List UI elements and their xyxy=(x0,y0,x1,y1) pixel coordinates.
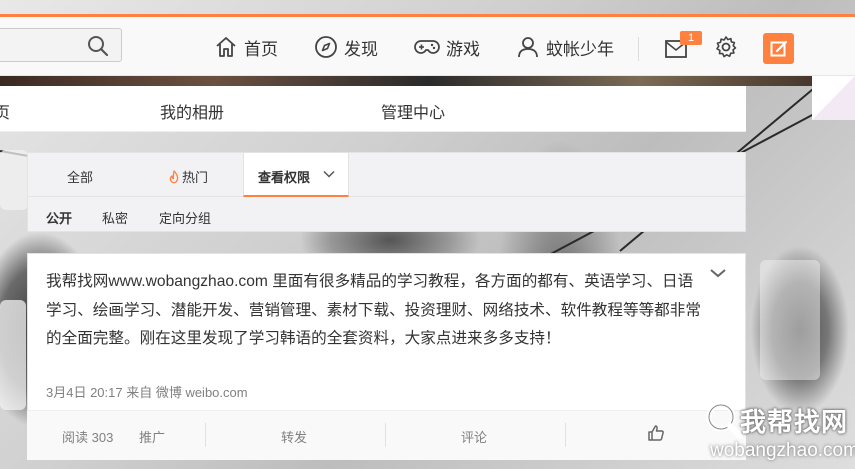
messages-button[interactable]: 1 xyxy=(664,31,702,64)
search-icon[interactable] xyxy=(87,35,109,62)
filter-visibility-label: 查看权限 xyxy=(258,170,311,185)
filter-hot[interactable]: 热门 xyxy=(168,167,208,186)
nav-discover-label: 发现 xyxy=(344,39,378,59)
gamepad-icon xyxy=(414,40,440,54)
repost-button[interactable]: 转发 xyxy=(281,427,307,446)
thumbs-up-icon xyxy=(648,425,664,441)
background-cloth xyxy=(0,150,28,210)
nav-games-label: 游戏 xyxy=(446,39,480,59)
settings-button[interactable] xyxy=(714,35,738,64)
feed-filter-panel: 全部 热门 查看权限 公开 私密 定向分组 xyxy=(27,152,746,232)
compose-button[interactable] xyxy=(763,33,794,64)
compass-icon xyxy=(315,36,337,58)
nav-profile[interactable]: 蚊帐少年 xyxy=(516,34,614,60)
read-count: 阅读 303 xyxy=(62,430,114,445)
home-icon xyxy=(216,37,236,57)
action-divider xyxy=(385,423,386,447)
tab-home[interactable]: 页 xyxy=(0,99,10,123)
tab-manage-center[interactable]: 管理中心 xyxy=(381,99,445,123)
background-cloth xyxy=(760,260,820,380)
nav-home[interactable]: 首页 xyxy=(214,34,278,60)
chevron-down-icon xyxy=(710,269,726,278)
background-cloth xyxy=(0,300,26,410)
like-button[interactable] xyxy=(647,424,665,445)
post-actions-bar: 阅读 303 推广 转发 评论 xyxy=(27,410,746,460)
nav-divider xyxy=(638,37,639,61)
filter-hot-label: 热门 xyxy=(182,170,209,185)
watermark: 我帮找网 wobangzhao.com xyxy=(700,398,855,469)
top-nav-bar: 首页 发现 游戏 蚊帐少年 1 xyxy=(0,17,855,76)
background-band xyxy=(0,76,855,86)
filter-all[interactable]: 全部 xyxy=(67,167,93,186)
nav-games[interactable]: 游戏 xyxy=(414,34,480,60)
filter-private[interactable]: 私密 xyxy=(102,208,128,227)
action-divider xyxy=(205,423,206,447)
filter-main-row: 全部 热门 查看权限 xyxy=(28,153,745,197)
watermark-cn: 我帮找网 xyxy=(740,407,849,437)
gear-icon xyxy=(716,36,737,58)
post-meta[interactable]: 3月4日 20:17 来自 微博 weibo.com xyxy=(46,382,248,401)
search-input[interactable] xyxy=(0,28,122,62)
user-icon xyxy=(518,37,538,58)
filter-targeted-group[interactable]: 定向分组 xyxy=(159,208,211,227)
filter-visibility-dropdown[interactable]: 查看权限 xyxy=(243,153,349,197)
post-menu-button[interactable] xyxy=(709,266,727,284)
nav-home-label: 首页 xyxy=(244,39,278,59)
flame-icon xyxy=(169,169,179,183)
edit-icon xyxy=(770,40,787,56)
tab-album[interactable]: 我的相册 xyxy=(160,99,224,123)
watermark-en: wobangzhao.com xyxy=(710,440,855,461)
comment-button[interactable]: 评论 xyxy=(461,427,487,446)
chevron-down-icon xyxy=(323,170,335,178)
magnifier-icon xyxy=(706,402,743,439)
messages-badge: 1 xyxy=(680,31,702,45)
action-divider xyxy=(565,423,566,447)
filter-public[interactable]: 公开 xyxy=(46,208,72,227)
nav-profile-label: 蚊帐少年 xyxy=(546,39,614,59)
profile-tab-bar: 页 我的相册 管理中心 xyxy=(0,86,746,132)
corner-decoration xyxy=(812,76,855,120)
promote-button[interactable]: 推广 xyxy=(139,427,165,446)
nav-discover[interactable]: 发现 xyxy=(314,34,378,60)
post-text: 我帮找网www.wobangzhao.com 里面有很多精品的学习教程，各方面的… xyxy=(46,273,701,348)
